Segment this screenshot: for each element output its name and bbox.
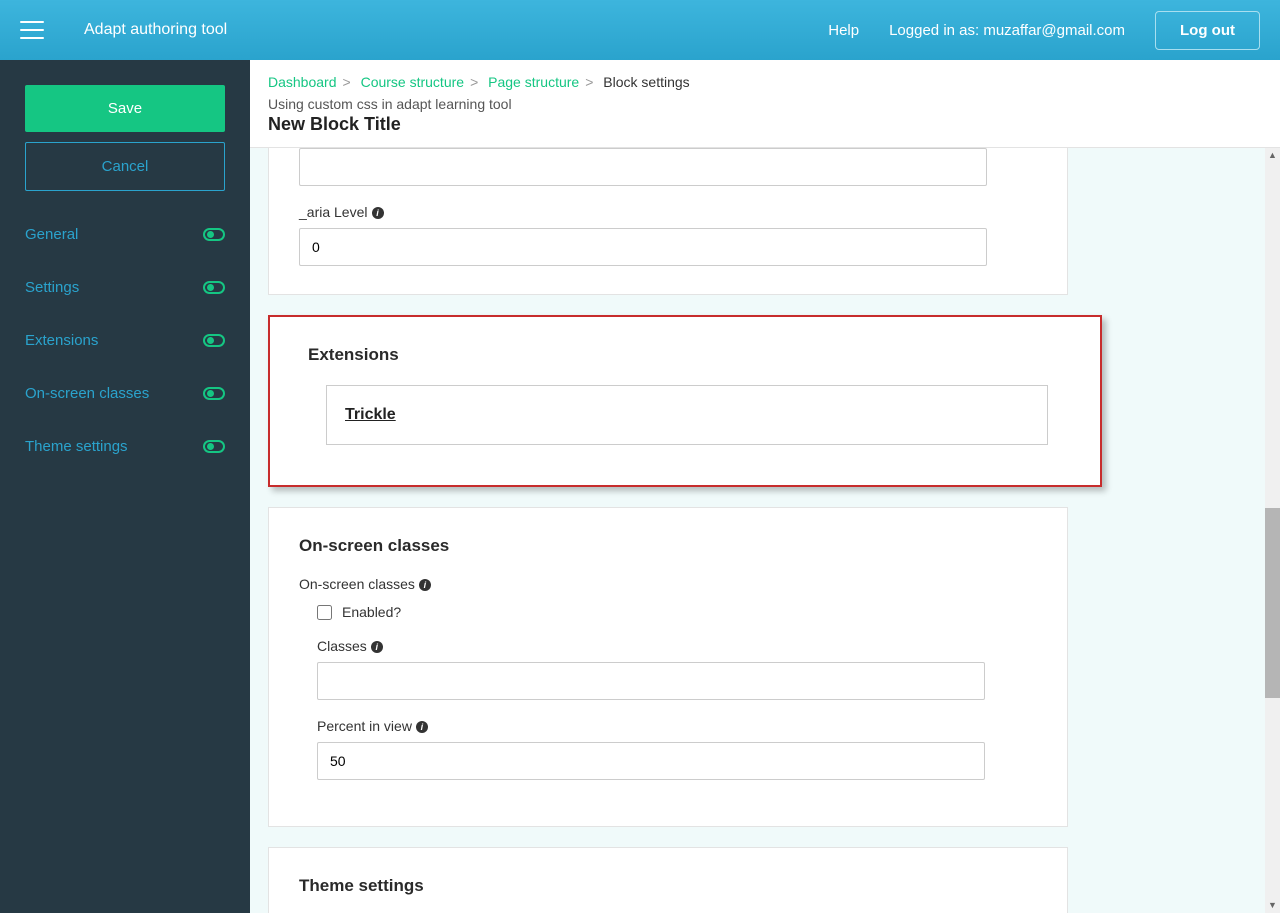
enabled-checkbox[interactable] — [317, 605, 332, 620]
sidebar-nav: General Settings Extensions On-screen cl… — [25, 226, 225, 455]
toggle-icon[interactable] — [203, 387, 225, 400]
sidebar-item-onscreen[interactable]: On-screen classes — [25, 385, 225, 402]
sidebar-item-label[interactable]: Settings — [25, 279, 79, 296]
text-input-prev[interactable] — [299, 148, 987, 186]
scrollbar-thumb[interactable] — [1265, 508, 1280, 698]
topbar: Adapt authoring tool Help Logged in as: … — [0, 0, 1280, 60]
field-aria-level: _aria Level i — [299, 204, 1037, 266]
onscreen-heading: On-screen classes — [299, 536, 1037, 556]
page-title: New Block Title — [268, 114, 1262, 135]
extension-item[interactable]: Trickle — [326, 385, 1048, 445]
breadcrumb-dashboard[interactable]: Dashboard — [268, 74, 337, 90]
logged-in-user: muzaffar@gmail.com — [983, 22, 1125, 39]
panel-theme: Theme settings — [268, 847, 1068, 913]
brand-title: Adapt authoring tool — [84, 21, 227, 39]
field-classes: Classes i — [317, 638, 985, 700]
sidebar: Save Cancel General Settings Extensions … — [0, 60, 250, 913]
breadcrumb-sep: > — [343, 74, 351, 90]
toggle-icon[interactable] — [203, 440, 225, 453]
onscreen-group-label: On-screen classes i — [299, 576, 1037, 592]
aria-level-input[interactable] — [299, 228, 987, 266]
sidebar-item-label[interactable]: General — [25, 226, 78, 243]
classes-input[interactable] — [317, 662, 985, 700]
panel-onscreen: On-screen classes On-screen classes i Ena… — [268, 507, 1068, 827]
help-link[interactable]: Help — [828, 22, 859, 39]
content-area: _aria Level i Extensions Trickle On-scree… — [250, 148, 1280, 913]
scrollbar[interactable]: ▲ ▼ — [1265, 148, 1280, 913]
scroll-down-icon[interactable]: ▼ — [1265, 898, 1280, 913]
save-button[interactable]: Save — [25, 85, 225, 132]
panel-extensions: Extensions Trickle — [268, 315, 1102, 487]
breadcrumb-sep: > — [585, 74, 593, 90]
header-subtitle: Using custom css in adapt learning tool — [268, 96, 1262, 112]
topbar-right: Help Logged in as: muzaffar@gmail.com Lo… — [828, 11, 1260, 50]
classes-label-text: Classes — [317, 638, 367, 654]
toggle-icon[interactable] — [203, 334, 225, 347]
logged-in-link[interactable]: Logged in as: muzaffar@gmail.com — [889, 22, 1125, 39]
onscreen-group: On-screen classes i Enabled? Classes i Per… — [299, 576, 1037, 780]
percent-input[interactable] — [317, 742, 985, 780]
main: Dashboard > Course structure > Page struct… — [250, 60, 1280, 913]
info-icon[interactable]: i — [372, 207, 384, 219]
sidebar-item-theme[interactable]: Theme settings — [25, 438, 225, 455]
menu-icon[interactable] — [20, 21, 44, 39]
sidebar-item-label[interactable]: On-screen classes — [25, 385, 149, 402]
extension-link[interactable]: Trickle — [345, 406, 396, 423]
sidebar-item-general[interactable]: General — [25, 226, 225, 243]
header-panel: Dashboard > Course structure > Page struct… — [250, 60, 1280, 148]
breadcrumb-page[interactable]: Page structure — [488, 74, 579, 90]
sidebar-item-extensions[interactable]: Extensions — [25, 332, 225, 349]
logout-button[interactable]: Log out — [1155, 11, 1260, 50]
percent-label-text: Percent in view — [317, 718, 412, 734]
field-percent: Percent in view i — [317, 718, 985, 780]
toggle-icon[interactable] — [203, 228, 225, 241]
field-empty-above — [299, 148, 1037, 186]
scroll-up-icon[interactable]: ▲ — [1265, 148, 1280, 163]
breadcrumb: Dashboard > Course structure > Page struct… — [268, 74, 1262, 90]
theme-heading: Theme settings — [299, 876, 1037, 896]
enabled-row: Enabled? — [317, 604, 1037, 620]
breadcrumb-course[interactable]: Course structure — [361, 74, 464, 90]
panel-general-tail: _aria Level i — [268, 148, 1068, 295]
enabled-label: Enabled? — [342, 604, 401, 620]
logged-in-prefix: Logged in as: — [889, 22, 983, 39]
aria-level-label: _aria Level i — [299, 204, 1037, 220]
sidebar-item-label[interactable]: Theme settings — [25, 438, 128, 455]
percent-label: Percent in view i — [317, 718, 985, 734]
cancel-button[interactable]: Cancel — [25, 142, 225, 191]
sidebar-item-settings[interactable]: Settings — [25, 279, 225, 296]
onscreen-group-label-text: On-screen classes — [299, 576, 415, 592]
classes-label: Classes i — [317, 638, 985, 654]
info-icon[interactable]: i — [416, 721, 428, 733]
aria-level-label-text: _aria Level — [299, 204, 368, 220]
breadcrumb-sep: > — [470, 74, 478, 90]
info-icon[interactable]: i — [419, 579, 431, 591]
extensions-heading: Extensions — [308, 345, 1062, 365]
toggle-icon[interactable] — [203, 281, 225, 294]
sidebar-item-label[interactable]: Extensions — [25, 332, 98, 349]
info-icon[interactable]: i — [371, 641, 383, 653]
breadcrumb-current: Block settings — [603, 74, 689, 90]
